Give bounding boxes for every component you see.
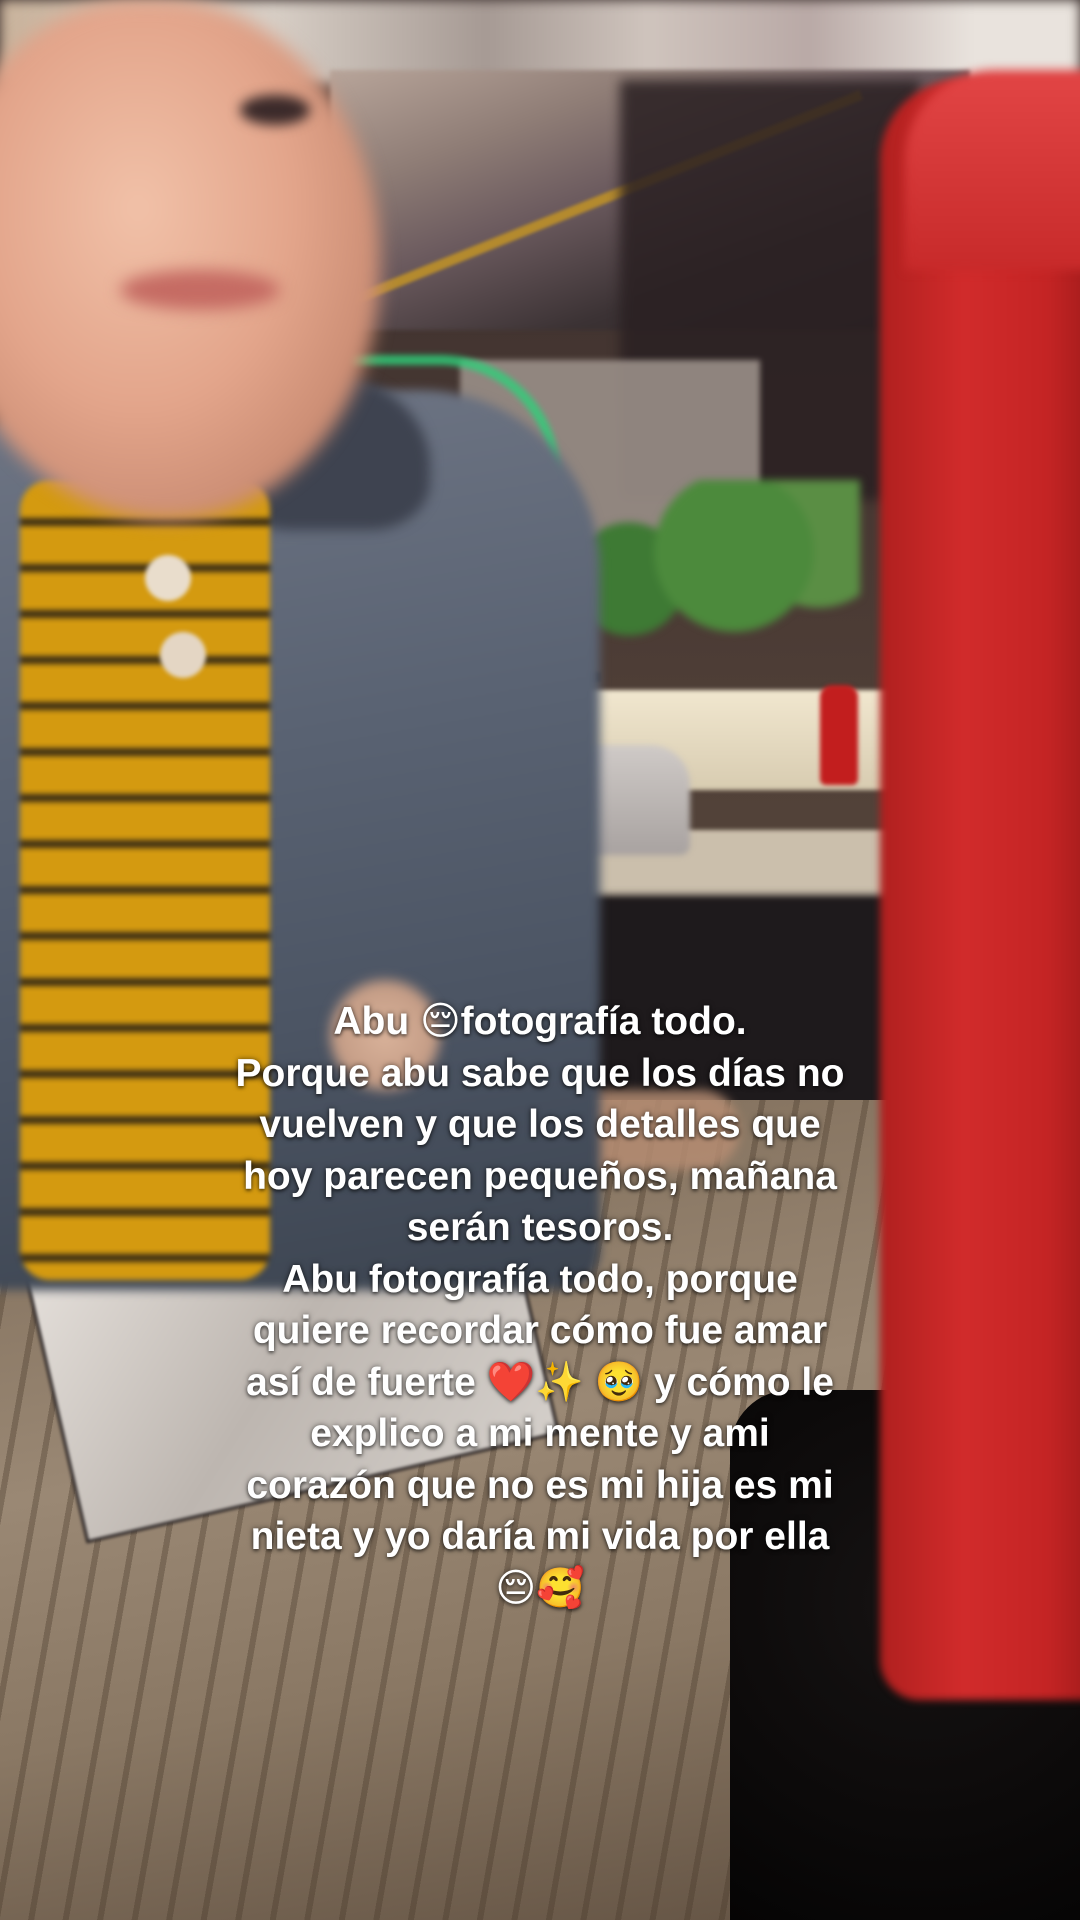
shirt-button bbox=[160, 632, 206, 678]
caption-line: hoy parecen pequeños, mañana bbox=[243, 1154, 837, 1198]
background-ketchup-bottle bbox=[820, 685, 858, 785]
caption-line: quiere recordar cómo fue amar bbox=[252, 1309, 828, 1352]
caption-line: nieta y yo daría mi vida por ella bbox=[250, 1515, 830, 1558]
photo-scene: Abu 😔fotografía todo. Porque abu sabe qu… bbox=[0, 0, 1080, 1920]
caption-overlay: Abu 😔fotografía todo. Porque abu sabe qu… bbox=[210, 996, 870, 1614]
caption-line: serán tesoros. bbox=[406, 1206, 674, 1249]
caption-line: explico a mi mente y ami bbox=[310, 1412, 770, 1455]
caption-line: vuelven y que los detalles que bbox=[259, 1103, 821, 1146]
caption-line: Abu 😔fotografía todo. bbox=[333, 1000, 747, 1043]
caption-line: 😔🥰 bbox=[495, 1566, 585, 1610]
caption-line: Abu fotografía todo, porque bbox=[282, 1257, 798, 1301]
child-mouth bbox=[120, 270, 280, 310]
red-bottle bbox=[880, 80, 1080, 1700]
caption-line: corazón que no es mi hija es mi bbox=[246, 1463, 834, 1507]
caption-line: Porque abu sabe que los días no bbox=[235, 1051, 845, 1095]
shirt-button bbox=[145, 555, 191, 601]
child-eye bbox=[240, 95, 310, 125]
red-bottle-top bbox=[905, 70, 1080, 270]
caption-line: así de fuerte ❤️✨ 🥹 y cómo le bbox=[246, 1360, 834, 1404]
